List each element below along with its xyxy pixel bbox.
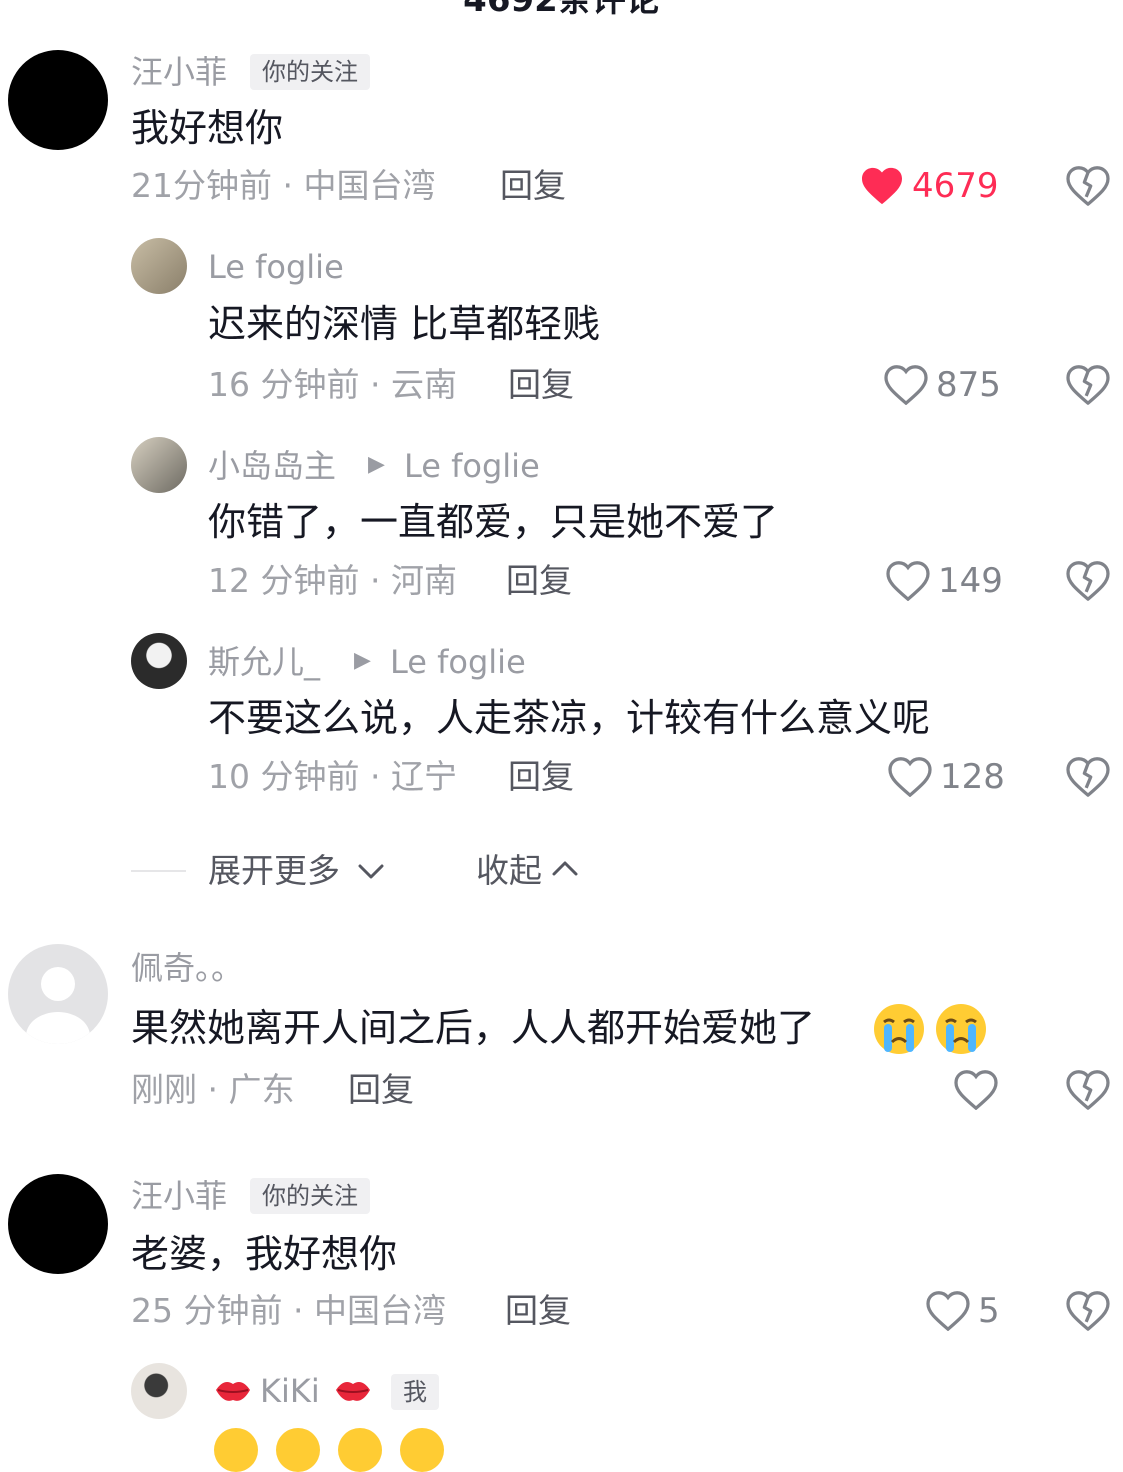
dislike-icon[interactable] <box>1066 1070 1110 1110</box>
reply-username[interactable]: 小岛岛主 <box>208 446 336 486</box>
collapse-button[interactable]: 收起 <box>476 851 542 891</box>
heart-icon[interactable] <box>888 757 932 797</box>
reply-to-username[interactable]: Le foglie <box>404 446 540 486</box>
collapse-label: 收起 <box>476 851 542 890</box>
comment-text: 果然她离开人间之后，人人都开始爱她了 <box>131 1006 816 1050</box>
comment-text: 老婆，我好想你 <box>131 1232 398 1276</box>
default-avatar-icon[interactable] <box>8 944 108 1044</box>
avatar[interactable] <box>131 633 187 689</box>
heart-icon[interactable] <box>884 365 928 405</box>
comment-username[interactable]: 汪小菲 <box>131 52 227 92</box>
chevron-down-icon[interactable] <box>356 858 386 884</box>
expand-more-label: 展开更多 <box>208 851 340 890</box>
like-count: 149 <box>938 561 1003 601</box>
comment-username[interactable]: 佩奇。。 <box>131 948 243 988</box>
comment-time-location: 21分钟前 · 中国台湾 <box>131 166 436 205</box>
comment-time-location: 25 分钟前 · 中国台湾 <box>131 1291 446 1330</box>
avatar[interactable] <box>8 1174 108 1274</box>
comment-time-location: 刚刚 · 广东 <box>131 1070 295 1109</box>
dislike-icon[interactable] <box>1066 365 1110 405</box>
emoji-icon <box>276 1428 320 1472</box>
like-count: 5 <box>978 1291 1000 1331</box>
avatar[interactable] <box>131 437 187 493</box>
reply-time-location: 10 分钟前 · 辽宁 <box>208 757 457 796</box>
comment-text: 我好想你 <box>131 106 284 150</box>
reply-text: 你错了，一直都爱，只是她不爱了 <box>208 500 779 544</box>
following-tag: 你的关注 <box>250 1178 370 1214</box>
reply-time-location: 16 分钟前 · 云南 <box>208 365 457 404</box>
reply-to-username[interactable]: Le foglie <box>390 642 526 682</box>
reply-text: 迟来的深情 比草都轻贱 <box>208 302 601 346</box>
emoji-icon <box>214 1428 258 1472</box>
play-arrow-icon: ▶ <box>354 648 371 673</box>
reply-username[interactable]: KiKi <box>260 1371 320 1411</box>
dislike-icon[interactable] <box>1066 561 1110 601</box>
cry-emoji-icon <box>934 1002 988 1056</box>
dislike-icon[interactable] <box>1066 1291 1110 1331</box>
kiss-emoji-icon <box>212 1372 254 1408</box>
divider <box>131 870 186 872</box>
comments-count-title: 4692条评论 <box>463 0 660 20</box>
avatar[interactable] <box>131 238 187 294</box>
heart-icon[interactable] <box>954 1070 998 1110</box>
reply-button[interactable]: 回复 <box>508 365 574 405</box>
reply-button[interactable]: 回复 <box>500 166 566 206</box>
heart-icon[interactable] <box>886 561 930 601</box>
expand-more-button[interactable]: 展开更多 <box>208 851 340 891</box>
chevron-up-icon[interactable] <box>550 856 580 882</box>
reply-button[interactable]: 回复 <box>508 757 574 797</box>
reply-button[interactable]: 回复 <box>506 561 572 601</box>
dislike-icon[interactable] <box>1066 166 1110 206</box>
heart-icon[interactable] <box>860 166 904 206</box>
dislike-icon[interactable] <box>1066 757 1110 797</box>
emoji-icon <box>400 1428 444 1472</box>
avatar[interactable] <box>8 50 108 150</box>
like-count: 128 <box>940 757 1005 797</box>
reply-button[interactable]: 回复 <box>505 1291 571 1331</box>
reply-username[interactable]: 斯允儿_ <box>208 642 320 682</box>
avatar[interactable] <box>131 1363 187 1419</box>
following-tag: 你的关注 <box>250 54 370 90</box>
me-tag: 我 <box>391 1374 439 1410</box>
reply-button[interactable]: 回复 <box>348 1070 414 1110</box>
reply-text: 不要这么说，人走茶凉，计较有什么意义呢 <box>208 696 931 740</box>
reply-username[interactable]: Le foglie <box>208 247 344 287</box>
comment-username[interactable]: 汪小菲 <box>131 1176 227 1216</box>
cry-emoji-icon <box>872 1002 926 1056</box>
like-count: 875 <box>936 365 1001 405</box>
play-arrow-icon: ▶ <box>368 452 385 477</box>
heart-icon[interactable] <box>926 1291 970 1331</box>
emoji-icon <box>338 1428 382 1472</box>
reply-time-location: 12 分钟前 · 河南 <box>208 561 457 600</box>
kiss-emoji-icon <box>332 1372 374 1408</box>
like-count: 4679 <box>912 166 999 206</box>
